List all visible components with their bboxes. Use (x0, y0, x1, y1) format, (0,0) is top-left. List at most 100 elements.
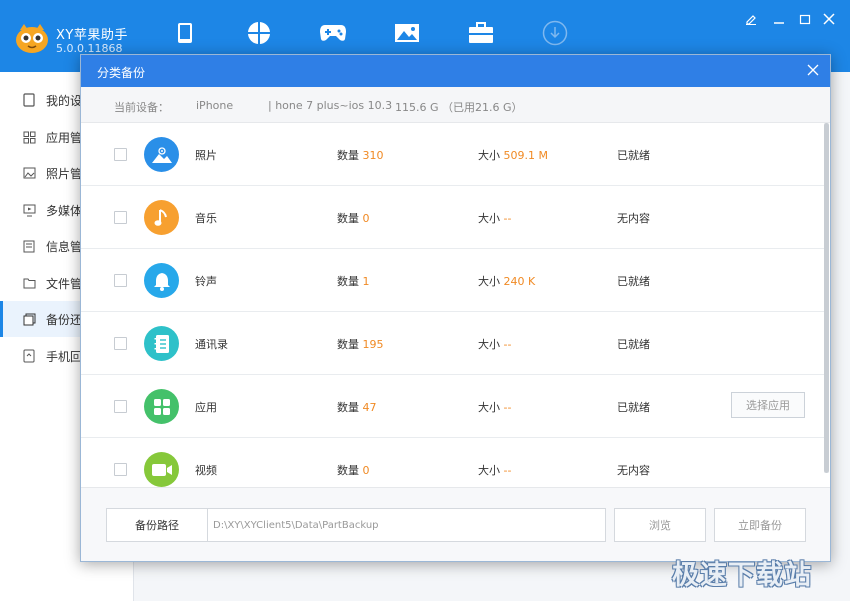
size-value: -- (503, 401, 512, 414)
count: 数量 195 (337, 336, 384, 352)
size-value: -- (503, 464, 512, 477)
count-value: 1 (362, 275, 370, 288)
status-text: 已就绪 (617, 401, 650, 414)
sidebar-item-label: 多媒体 (46, 203, 83, 218)
bell-icon (144, 263, 179, 298)
contact-icon (22, 239, 36, 253)
recycle-icon (22, 349, 36, 363)
count-label: 数量 (337, 275, 359, 288)
select-apps-button[interactable]: 选择应用 (731, 392, 805, 418)
backup-now-button[interactable]: 立即备份 (714, 508, 806, 542)
row-checkbox[interactable] (114, 337, 127, 350)
list-item: 音乐 数量 0 大小 -- 无内容 (81, 186, 826, 249)
count-value: 0 (362, 212, 370, 225)
image-icon[interactable] (370, 16, 444, 50)
count: 数量 1 (337, 273, 370, 289)
row-checkbox[interactable] (114, 463, 127, 476)
toolbox-icon[interactable] (444, 16, 518, 50)
music-note-icon (144, 200, 179, 235)
count-label: 数量 (337, 149, 359, 162)
dialog-close-icon[interactable] (804, 61, 822, 79)
sidebar-item-label: 手机回 (46, 349, 83, 364)
row-checkbox[interactable] (114, 400, 127, 413)
size-value: -- (503, 212, 512, 225)
count-value: 47 (362, 401, 377, 414)
sidebar-item-label: 文件管 (46, 276, 83, 291)
grid-icon (22, 130, 36, 144)
size-value: 509.1 M (503, 149, 548, 162)
list-item: 铃声 数量 1 大小 240 K 已就绪 (81, 249, 826, 312)
sidebar-item-label: 备份还 (46, 312, 83, 327)
device-model: | hone 7 plus~ios 10.3 (268, 99, 393, 112)
size: 大小 -- (478, 462, 511, 478)
size-label: 大小 (478, 212, 500, 225)
category-name: 视频 (195, 464, 217, 477)
backup-path-input[interactable]: D:\XY\XYClient5\Data\PartBackup (207, 508, 606, 542)
size-label: 大小 (478, 401, 500, 414)
top-nav (148, 16, 592, 50)
count-label: 数量 (337, 464, 359, 477)
row-checkbox[interactable] (114, 148, 127, 161)
sidebar-item-label: 我的设 (46, 93, 83, 108)
size-label: 大小 (478, 275, 500, 288)
count: 数量 0 (337, 210, 370, 226)
backup-path-label: 备份路径 (106, 508, 208, 542)
app-logo-icon (14, 22, 50, 54)
device-info-bar: 当前设备： iPhone | hone 7 plus~ios 10.3 115.… (81, 87, 830, 123)
count-value: 310 (362, 149, 384, 162)
sidebar-item-label: 信息管 (46, 239, 83, 254)
category-name: 通讯录 (195, 338, 228, 351)
dialog-title: 分类备份 (97, 66, 146, 80)
edit-icon[interactable] (742, 10, 760, 28)
size-label: 大小 (478, 464, 500, 477)
dialog-header: 分类备份 (81, 55, 830, 87)
download-icon[interactable] (518, 16, 592, 50)
backup-icon (22, 312, 36, 326)
count-label: 数量 (337, 338, 359, 351)
sidebar-item-label: 应用管 (46, 130, 83, 145)
list-item: 照片 数量 310 大小 509.1 M 已就绪 (81, 123, 826, 186)
site-watermark: 极速下载站 (672, 560, 812, 591)
status-text: 已就绪 (617, 149, 650, 162)
size: 大小 -- (478, 336, 511, 352)
list-item: 应用 数量 47 大小 -- 已就绪 选择应用 (81, 375, 826, 438)
count: 数量 47 (337, 399, 377, 415)
count-label: 数量 (337, 212, 359, 225)
device-storage: 115.6 G （已用21.6 G） (395, 101, 523, 114)
gamepad-icon[interactable] (296, 16, 370, 50)
minimize-icon[interactable] (770, 10, 788, 28)
size: 大小 240 K (478, 273, 535, 289)
list-scrollbar[interactable] (824, 123, 829, 473)
status-text: 无内容 (617, 464, 650, 477)
browse-button[interactable]: 浏览 (614, 508, 706, 542)
photo-category-icon (144, 137, 179, 172)
size: 大小 509.1 M (478, 147, 548, 163)
row-checkbox[interactable] (114, 211, 127, 224)
list-item: 通讯录 数量 195 大小 -- 已就绪 (81, 312, 826, 375)
folder-icon (22, 276, 36, 290)
sidebar-item-label: 照片管 (46, 166, 83, 181)
photo-icon (22, 166, 36, 180)
monitor-icon (22, 203, 36, 217)
size: 大小 -- (478, 210, 511, 226)
category-name: 音乐 (195, 212, 217, 225)
dialog-footer: 备份路径 D:\XY\XYClient5\Data\PartBackup 浏览 … (81, 487, 830, 561)
device-icon (22, 93, 36, 107)
phone-icon[interactable] (148, 16, 222, 50)
device-name: iPhone (196, 99, 234, 112)
size: 大小 -- (478, 399, 511, 415)
category-name: 照片 (195, 149, 217, 162)
size-label: 大小 (478, 149, 500, 162)
scrollbar-thumb[interactable] (824, 123, 829, 473)
row-checkbox[interactable] (114, 274, 127, 287)
apps-icon[interactable] (222, 16, 296, 50)
apps-grid-icon (144, 389, 179, 424)
contacts-book-icon (144, 326, 179, 361)
list-item: 视频 数量 0 大小 -- 无内容 (81, 438, 826, 487)
restore-icon[interactable] (796, 10, 814, 28)
count-label: 数量 (337, 401, 359, 414)
close-icon[interactable] (820, 10, 838, 28)
size-value: 240 K (503, 275, 536, 288)
size-label: 大小 (478, 338, 500, 351)
device-label: 当前设备： (114, 101, 169, 114)
